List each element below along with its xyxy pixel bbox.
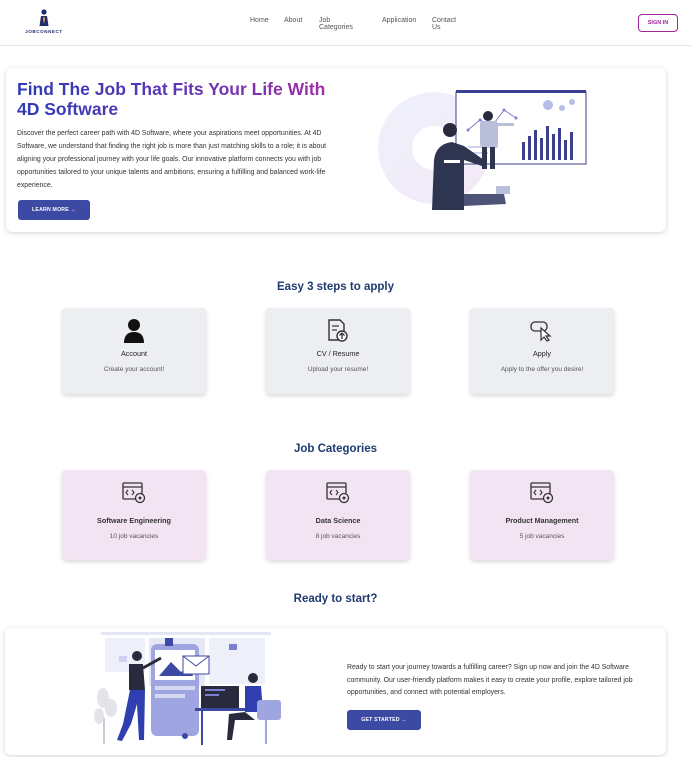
step-card-account[interactable]: Account Create your account! (62, 308, 206, 394)
hero-section: Find The Job That Fits Your Life With 4D… (6, 68, 666, 232)
step-card-apply[interactable]: Apply Apply to the offer you desire! (470, 308, 614, 394)
category-card-data-science[interactable]: Data Science 8 job vacancies (266, 470, 410, 560)
step-title: CV / Resume (316, 349, 360, 358)
category-title: Product Management (505, 516, 579, 525)
nav-link-contact-us[interactable]: Contact Us (432, 17, 456, 31)
hero-illustration (378, 90, 587, 210)
category-vacancies: 8 job vacancies (315, 533, 361, 540)
apply-cursor-icon (530, 318, 554, 344)
code-settings-icon (122, 480, 146, 506)
category-title: Software Engineering (97, 516, 171, 525)
step-subtitle: Apply to the offer you desire! (500, 366, 584, 373)
nav-link-job-categories[interactable]: Job Categories (319, 17, 353, 31)
nav-link-about[interactable]: About (284, 17, 302, 24)
step-subtitle: Create your account! (103, 366, 165, 373)
step-title: Account (121, 349, 147, 358)
ready-section-title: Ready to start? (293, 593, 378, 605)
steps-section-title: Easy 3 steps to apply (277, 281, 394, 293)
resume-upload-icon (326, 318, 350, 344)
code-settings-icon (530, 480, 554, 506)
sign-in-button[interactable]: SIGN IN (638, 14, 678, 32)
hero-description: Discover the perfect career path with 4D… (17, 130, 327, 189)
category-vacancies: 5 job vacancies (519, 533, 565, 540)
brand-logo[interactable]: JOBCONNECT (24, 9, 64, 37)
ready-description: Ready to start your journey towards a fu… (347, 664, 633, 696)
step-subtitle: Upload your resume! (307, 366, 369, 373)
nav-link-application[interactable]: Application (382, 17, 416, 24)
ready-section: Ready to start your journey towards a fu… (5, 628, 666, 755)
hero-title: Find The Job That Fits Your Life With 4D… (17, 79, 337, 119)
step-card-cv-resume[interactable]: CV / Resume Upload your resume! (266, 308, 410, 394)
ready-illustration (94, 632, 281, 745)
logo-icon (39, 9, 49, 26)
top-navbar: JOBCONNECT Home About Job Categories App… (0, 0, 691, 46)
code-settings-icon (326, 480, 350, 506)
category-title: Data Science (315, 516, 361, 525)
category-card-software-engineering[interactable]: Software Engineering 10 job vacancies (62, 470, 206, 560)
categories-section-title: Job Categories (293, 443, 378, 455)
get-started-button[interactable]: GET STARTED → (347, 710, 421, 730)
learn-more-button[interactable]: LEARN MORE → (18, 200, 90, 220)
logo-text: JOBCONNECT (25, 29, 63, 34)
user-icon (122, 318, 146, 344)
category-vacancies: 10 job vacancies (109, 533, 159, 540)
nav-link-home[interactable]: Home (250, 17, 269, 24)
step-title: Apply (533, 349, 551, 358)
category-card-product-management[interactable]: Product Management 5 job vacancies (470, 470, 614, 560)
